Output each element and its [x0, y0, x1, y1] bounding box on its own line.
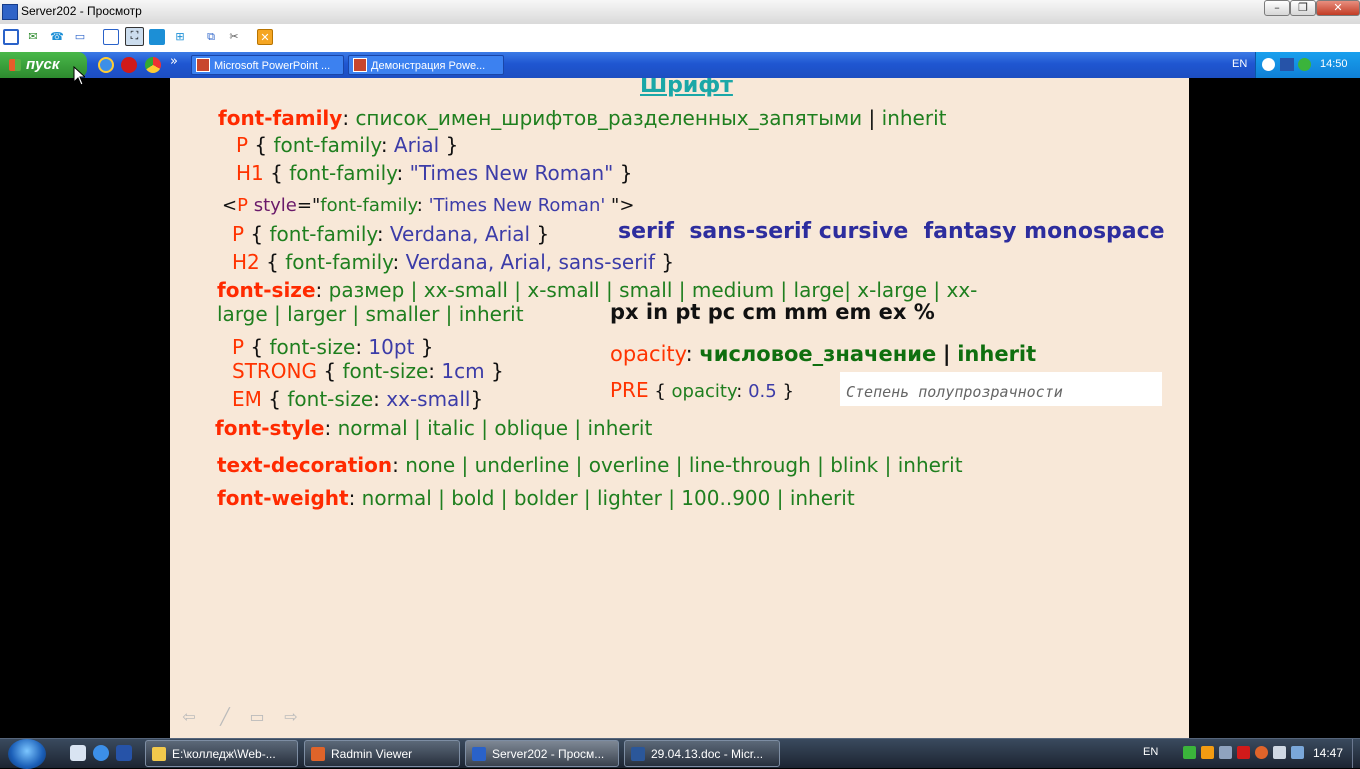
- font-size-definition-cont: large | larger | smaller | inherit: [217, 302, 524, 326]
- opera-icon[interactable]: [121, 57, 137, 73]
- font-size-definition: font-size: размер | xx-small | x-small |…: [217, 278, 978, 302]
- radmin-app-icon: [2, 4, 18, 20]
- xp-task-slideshow[interactable]: Демонстрация Powe...: [348, 55, 504, 75]
- previous-slide-icon[interactable]: ⇦: [180, 709, 198, 725]
- css-units: px in pt pc cm mm em ex %: [610, 300, 935, 324]
- example-inline-style: <P style="font-family: 'Times New Roman'…: [222, 195, 635, 216]
- fullscreen-mode-icon[interactable]: ⛶: [125, 27, 144, 46]
- win7-language[interactable]: EN: [1143, 746, 1158, 758]
- tray-settings-icon[interactable]: [1291, 746, 1304, 759]
- example-h2-verdana: H2 { font-family: Verdana, Arial, sans-s…: [232, 250, 675, 274]
- full-control-icon[interactable]: [3, 29, 19, 45]
- win7-task-radmin-viewer[interactable]: Radmin Viewer: [304, 740, 460, 767]
- tray-shield-icon[interactable]: [1237, 746, 1250, 759]
- voice-chat-icon[interactable]: ☎: [49, 29, 65, 45]
- text-message-icon[interactable]: ▭: [72, 29, 88, 45]
- win7-start-orb[interactable]: [8, 739, 46, 769]
- presentation-slide: Шрифт font-family: список_имен_шрифтов_р…: [170, 78, 1189, 738]
- powerpoint-icon: [196, 58, 210, 72]
- show-desktop-button[interactable]: [1352, 739, 1360, 768]
- example-em-xxsmall: EM { font-size: xx-small}: [232, 387, 484, 411]
- example-pre-opacity: PRE { opacity: 0.5 }: [610, 378, 794, 402]
- radmin-icon: [311, 747, 325, 761]
- volume-icon[interactable]: [1273, 746, 1286, 759]
- tray-app-icon[interactable]: [1298, 58, 1311, 71]
- xp-system-tray: 14:50: [1255, 52, 1360, 78]
- win7-clock: 14:47: [1313, 746, 1344, 760]
- tray-network-icon[interactable]: [1183, 746, 1196, 759]
- xp-task-powerpoint[interactable]: Microsoft PowerPoint ...: [191, 55, 344, 75]
- close-button[interactable]: ✕: [1316, 0, 1360, 16]
- slide-menu-icon[interactable]: ▭: [248, 709, 266, 725]
- quicklaunch-overflow[interactable]: »: [170, 54, 178, 69]
- font-style-definition: font-style: normal | italic | oblique | …: [215, 416, 653, 440]
- folder-icon: [152, 747, 166, 761]
- screenshot-icon[interactable]: ⧉: [203, 29, 219, 45]
- ie-quicklaunch-icon[interactable]: [93, 745, 109, 761]
- example-p-verdana: P { font-family: Verdana, Arial }: [232, 222, 550, 246]
- pen-icon[interactable]: ╱: [216, 709, 234, 725]
- chrome-icon[interactable]: [145, 57, 161, 73]
- xp-clock: 14:50: [1320, 58, 1348, 70]
- tray-arrow-icon[interactable]: [1262, 58, 1275, 71]
- xp-language[interactable]: EN: [1232, 58, 1247, 70]
- radmin-toolbar: ✉ ☎ ▭ ⛶ ⊞ ⧉ ✂ ✕: [0, 24, 1360, 52]
- example-p-10pt: P { font-size: 10pt }: [232, 335, 434, 359]
- tray-media-icon[interactable]: [1201, 746, 1214, 759]
- disconnect-icon[interactable]: ✕: [257, 29, 273, 45]
- font-family-definition: font-family: список_имен_шрифтов_разделе…: [218, 106, 947, 130]
- printer-icon[interactable]: [70, 745, 86, 761]
- stretch-mode-icon[interactable]: [149, 29, 165, 45]
- quicklaunch-app-icon[interactable]: [116, 745, 132, 761]
- scale-icon[interactable]: ⊞: [172, 29, 188, 45]
- powerpoint-icon: [353, 58, 367, 72]
- next-slide-icon[interactable]: ⇨: [282, 709, 300, 725]
- example-strong-1cm: STRONG { font-size: 1cm }: [232, 359, 504, 383]
- windows-flag-icon: [9, 59, 21, 71]
- win7-task-explorer[interactable]: E:\колледж\Web-...: [145, 740, 298, 767]
- window-mode-icon[interactable]: [103, 29, 119, 45]
- text-decoration-definition: text-decoration: none | underline | over…: [217, 453, 963, 477]
- restore-button[interactable]: ❐: [1290, 0, 1316, 16]
- example-h1-tnr: H1 { font-family: "Times New Roman" }: [236, 161, 633, 185]
- radmin-view-icon: [472, 747, 486, 761]
- tray-display-icon[interactable]: [1219, 746, 1232, 759]
- ie-icon[interactable]: [98, 57, 114, 73]
- opacity-demo-text: Степень полупрозрачности: [846, 383, 1063, 401]
- win7-task-server202[interactable]: Server202 - Просм...: [465, 740, 619, 767]
- opacity-definition: opacity: числовое_значение | inherit: [610, 342, 1037, 366]
- chat-icon[interactable]: ✉: [25, 29, 41, 45]
- network-icon[interactable]: [1280, 58, 1294, 71]
- win7-task-word-doc[interactable]: 29.04.13.doc - Micr...: [624, 740, 780, 767]
- font-weight-definition: font-weight: normal | bold | bolder | li…: [217, 486, 855, 510]
- tools-icon[interactable]: ✂: [226, 29, 242, 45]
- generic-families: serif sans-serif cursive fantasy monospa…: [618, 219, 1165, 244]
- mouse-cursor-icon: [73, 66, 85, 86]
- minimize-button[interactable]: –: [1264, 0, 1290, 16]
- window-title-bar: Server202 - Просмотр – ❐ ✕: [0, 0, 1360, 25]
- example-p-arial: P { font-family: Arial }: [236, 133, 459, 157]
- word-icon: [631, 747, 645, 761]
- slide-title: Шрифт: [640, 78, 733, 98]
- tray-opera-icon[interactable]: [1255, 746, 1268, 759]
- window-title: Server202 - Просмотр: [21, 4, 142, 18]
